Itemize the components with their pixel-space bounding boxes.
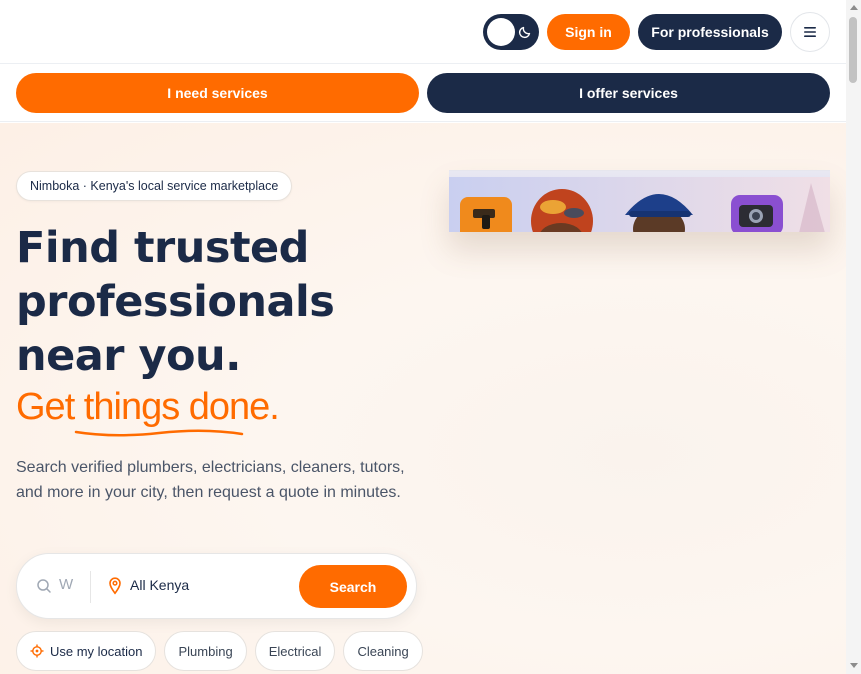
scroll-up-arrow[interactable] — [850, 5, 858, 10]
search-icon — [37, 579, 51, 593]
for-professionals-button[interactable]: For professionals — [638, 14, 782, 50]
hero-illustration — [460, 183, 825, 232]
search-input[interactable]: W — [59, 576, 87, 593]
hero-image — [449, 170, 830, 232]
hero-section: Nimboka · Kenya's local service marketpl… — [0, 123, 846, 674]
hero-description: Search verified plumbers, electricians, … — [16, 459, 405, 501]
scrollbar[interactable] — [846, 0, 861, 674]
toggle-knob — [487, 18, 515, 46]
top-navbar: Sign in For professionals — [0, 0, 846, 64]
menu-button[interactable] — [790, 12, 830, 52]
quick-filters: Use my location Plumbing Electrical Clea… — [16, 631, 423, 671]
crosshair-icon — [30, 644, 44, 658]
use-my-location-chip[interactable]: Use my location — [16, 631, 157, 671]
location-select[interactable]: All Kenya — [130, 577, 189, 593]
category-chip-cleaning[interactable]: Cleaning — [343, 631, 423, 671]
category-chip-electrical[interactable]: Electrical — [254, 631, 336, 671]
headline-line: Find trusted — [16, 223, 309, 273]
search-divider — [90, 571, 91, 603]
location-pin-icon — [109, 577, 121, 595]
search-bar: W All Kenya Search — [16, 553, 417, 619]
tagline-underline — [74, 429, 244, 437]
scroll-down-arrow[interactable] — [850, 663, 858, 668]
chip-label: Use my location — [50, 643, 143, 659]
search-button[interactable]: Search — [299, 565, 407, 608]
headline-line: near you. — [16, 331, 242, 381]
scrollbar-thumb[interactable] — [849, 17, 857, 83]
sign-in-button[interactable]: Sign in — [547, 14, 630, 50]
hamburger-menu-icon — [804, 27, 816, 37]
tab-need-services[interactable]: I need services — [16, 73, 419, 113]
headline-line: professionals — [16, 277, 335, 327]
category-chip-plumbing[interactable]: Plumbing — [164, 631, 247, 671]
tab-offer-services[interactable]: I offer services — [427, 73, 830, 113]
moon-icon — [518, 26, 531, 39]
theme-toggle[interactable] — [483, 14, 539, 50]
hero-headline: Find trusted professionals near you. — [16, 221, 436, 383]
marketplace-badge: Nimboka · Kenya's local service marketpl… — [16, 171, 293, 201]
mode-switcher: I need services I offer services — [0, 65, 846, 122]
